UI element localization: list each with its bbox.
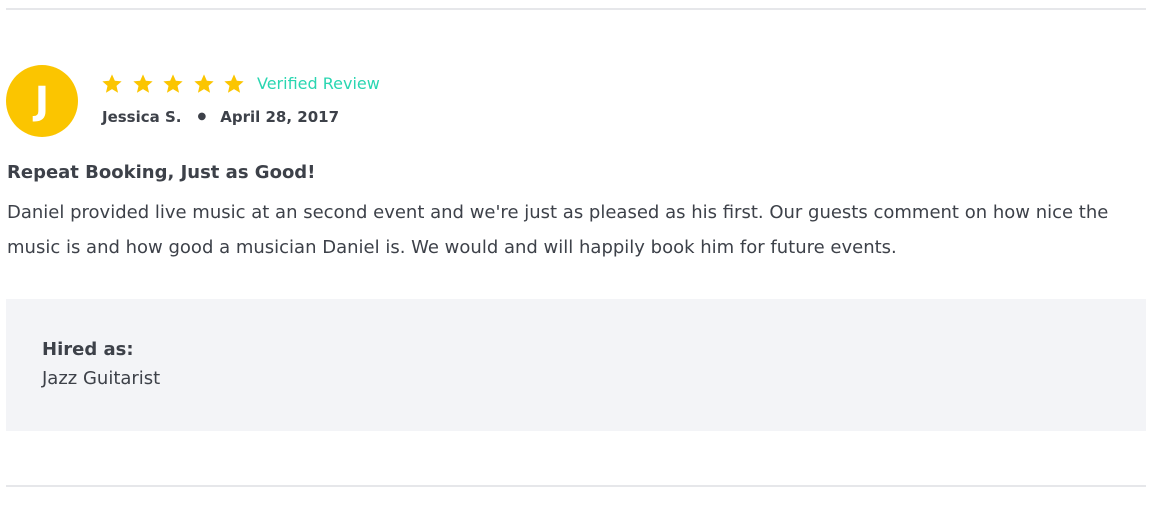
hired-as-label: Hired as: [42,339,134,360]
star-icon [162,73,184,95]
hired-as-box: Hired as: Jazz Guitarist [6,299,1146,431]
bottom-divider [6,485,1146,487]
star-icon [193,73,215,95]
review-body: Daniel provided live music at an second … [7,202,1109,258]
review-date: April 28, 2017 [220,108,340,126]
star-icon [101,73,123,95]
review-title: Repeat Booking, Just as Good! [7,162,316,183]
star-icon [132,73,154,95]
avatar: J [6,65,78,137]
verified-review-badge: Verified Review [257,74,380,93]
review-meta: Jessica S. ● April 28, 2017 [102,107,339,127]
hired-as-value: Jazz Guitarist [42,368,161,389]
top-divider [6,8,1146,10]
reviewer-name: Jessica S. [102,108,182,126]
avatar-initial: J [34,79,50,123]
star-rating [101,71,254,97]
separator-dot: ● [197,111,207,122]
star-icon [223,73,245,95]
